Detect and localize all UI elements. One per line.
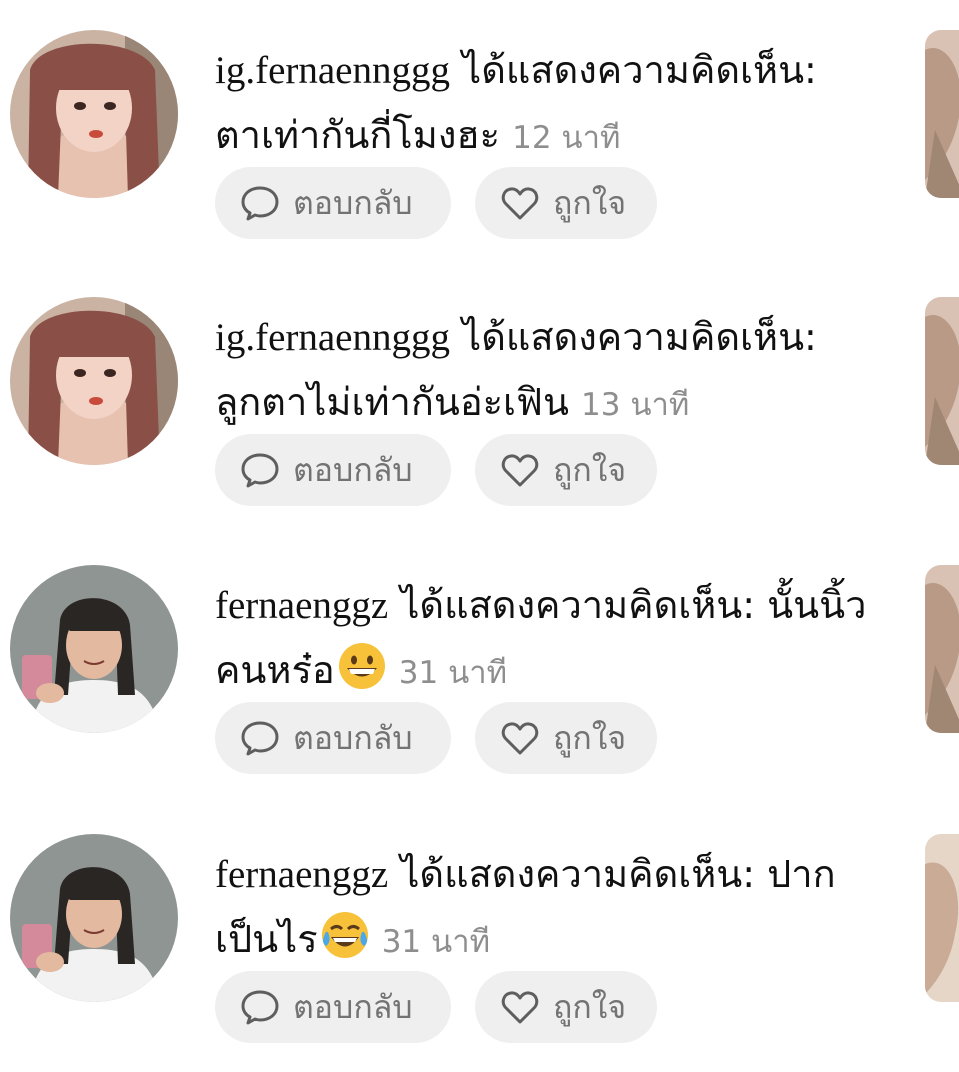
heart-icon — [499, 449, 541, 491]
speech-bubble-icon — [239, 182, 281, 224]
notification-item[interactable]: ig.fernaennggg ได้แสดงความคิดเห็น: ตาเท่… — [0, 0, 959, 268]
action-text: ได้แสดงความคิดเห็น: — [462, 315, 817, 359]
comment-text: ลูกตาไม่เท่ากันอ่ะเฟิน — [215, 380, 569, 424]
notification-text: ig.fernaennggg ได้แสดงความคิดเห็น: ลูกตา… — [215, 305, 875, 437]
post-thumbnail[interactable] — [925, 834, 959, 1002]
notification-text: fernaenggz ได้แสดงความคิดเห็น: นั้นนิ้วค… — [215, 573, 875, 705]
post-thumbnail[interactable] — [925, 297, 959, 465]
reply-button[interactable]: ตอบกลับ — [215, 167, 451, 239]
reply-button[interactable]: ตอบกลับ — [215, 971, 451, 1043]
like-label: ถูกใจ — [553, 718, 627, 757]
username[interactable]: fernaenggz — [215, 853, 388, 896]
notification-item[interactable]: fernaenggz ได้แสดงความคิดเห็น: ปากเป็นไร… — [0, 804, 959, 1072]
grinning-face-emoji — [337, 641, 387, 691]
heart-icon — [499, 986, 541, 1028]
notification-text: fernaenggz ได้แสดงความคิดเห็น: ปากเป็นไร… — [215, 842, 875, 974]
like-button[interactable]: ถูกใจ — [475, 971, 657, 1043]
timestamp: 12 นาที — [512, 120, 621, 156]
avatar[interactable] — [10, 30, 178, 198]
username[interactable]: ig.fernaennggg — [215, 316, 450, 359]
timestamp: 13 นาที — [581, 387, 690, 423]
action-text: ได้แสดงความคิดเห็น: — [400, 583, 756, 627]
like-button[interactable]: ถูกใจ — [475, 702, 657, 774]
username[interactable]: ig.fernaennggg — [215, 49, 450, 92]
speech-bubble-icon — [239, 449, 281, 491]
timestamp: 31 นาที — [381, 924, 491, 960]
action-text: ได้แสดงความคิดเห็น: — [462, 48, 817, 92]
avatar[interactable] — [10, 834, 178, 1002]
timestamp: 31 นาที — [398, 655, 508, 691]
speech-bubble-icon — [239, 986, 281, 1028]
notification-text: ig.fernaennggg ได้แสดงความคิดเห็น: ตาเท่… — [215, 38, 875, 170]
avatar[interactable] — [10, 565, 178, 733]
username[interactable]: fernaenggz — [215, 584, 388, 627]
reply-label: ตอบกลับ — [293, 450, 413, 489]
notification-item[interactable]: fernaenggz ได้แสดงความคิดเห็น: นั้นนิ้วค… — [0, 535, 959, 803]
reply-button[interactable]: ตอบกลับ — [215, 702, 451, 774]
like-label: ถูกใจ — [553, 183, 627, 222]
speech-bubble-icon — [239, 717, 281, 759]
heart-icon — [499, 182, 541, 224]
like-label: ถูกใจ — [553, 450, 627, 489]
avatar[interactable] — [10, 297, 178, 465]
like-button[interactable]: ถูกใจ — [475, 434, 657, 506]
like-label: ถูกใจ — [553, 987, 627, 1026]
tears-of-joy-emoji — [320, 910, 370, 960]
comment-text: ตาเท่ากันกี่โมงฮะ — [215, 113, 500, 157]
like-button[interactable]: ถูกใจ — [475, 167, 657, 239]
notification-item[interactable]: ig.fernaennggg ได้แสดงความคิดเห็น: ลูกตา… — [0, 267, 959, 535]
reply-button[interactable]: ตอบกลับ — [215, 434, 451, 506]
reply-label: ตอบกลับ — [293, 987, 413, 1026]
reply-label: ตอบกลับ — [293, 183, 413, 222]
post-thumbnail[interactable] — [925, 30, 959, 198]
reply-label: ตอบกลับ — [293, 718, 413, 757]
action-text: ได้แสดงความคิดเห็น: — [400, 852, 756, 896]
heart-icon — [499, 717, 541, 759]
post-thumbnail[interactable] — [925, 565, 959, 733]
